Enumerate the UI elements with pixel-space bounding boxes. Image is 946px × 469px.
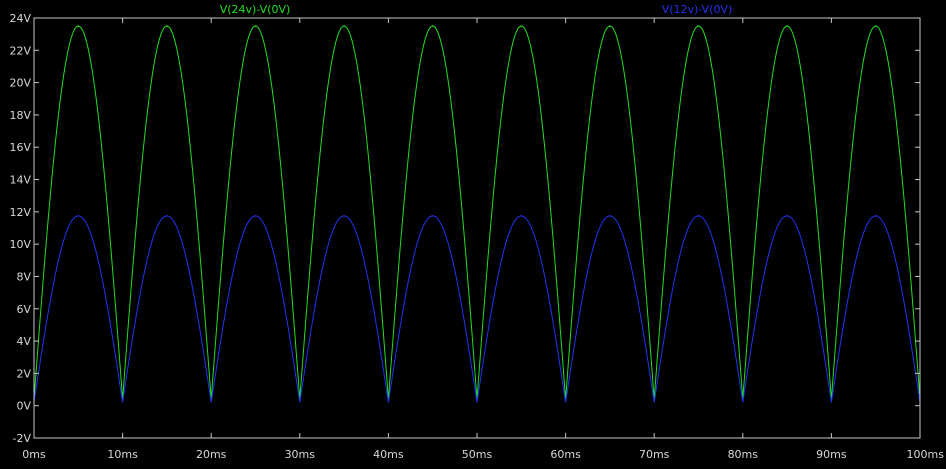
series-peak-point [874, 215, 877, 217]
x-tick-label: 90ms [816, 448, 847, 461]
x-tick-label: 50ms [462, 448, 493, 461]
series-peak-point [431, 25, 434, 27]
series-peak-point [609, 215, 611, 217]
y-tick-label: 14V [9, 174, 31, 187]
y-tick-label: 20V [9, 77, 31, 90]
series-peak-point [343, 215, 345, 217]
y-tick-label: 24V [9, 12, 31, 25]
legend-entry: V(12v)-V(0V) [662, 3, 733, 16]
y-tick-label: 8V [16, 270, 31, 283]
x-tick-label: 30ms [285, 448, 316, 461]
series-peak-point [166, 215, 168, 217]
plot-background [0, 0, 946, 469]
series-peak-point [254, 25, 257, 27]
y-tick-label: 12V [9, 206, 31, 219]
x-tick-label: 100ms [907, 448, 945, 461]
series-peak-point [609, 25, 611, 27]
y-tick-label: -2V [13, 432, 32, 445]
y-tick-label: 18V [9, 109, 31, 122]
x-tick-label: 60ms [550, 448, 581, 461]
y-tick-label: 16V [9, 141, 31, 154]
series-peak-point [431, 215, 434, 217]
x-tick-label: 80ms [728, 448, 759, 461]
series-peak-point [520, 215, 523, 217]
x-tick-label: 0ms [22, 448, 46, 461]
y-tick-label: 0V [16, 400, 31, 413]
series-peak-point [77, 215, 80, 217]
series-peak-point [254, 215, 257, 217]
series-peak-point [874, 25, 877, 27]
series-peak-point [697, 215, 700, 217]
x-tick-label: 10ms [107, 448, 138, 461]
series-peak-point [520, 25, 523, 27]
x-tick-label: 70ms [639, 448, 670, 461]
legend-entry: V(24v)-V(0V) [220, 3, 291, 16]
series-peak-point [697, 25, 700, 27]
series-peak-point [166, 25, 168, 27]
series-peak-point [77, 25, 80, 27]
series-peak-point [786, 215, 788, 217]
waveform-plot: -2V 0V 2V 4V 6V 8V 10V 12V 14V 16V 18V 20V 22V 24V 0m… [0, 0, 946, 469]
y-tick-label: 4V [16, 335, 31, 348]
y-tick-label: 10V [9, 238, 31, 251]
y-tick-label: 2V [16, 367, 31, 380]
series-peak-point [343, 25, 345, 27]
series-peak-point [786, 25, 788, 27]
x-tick-label: 40ms [373, 448, 404, 461]
x-tick-label: 20ms [196, 448, 227, 461]
y-tick-label: 6V [16, 303, 31, 316]
y-tick-label: 22V [9, 44, 31, 57]
